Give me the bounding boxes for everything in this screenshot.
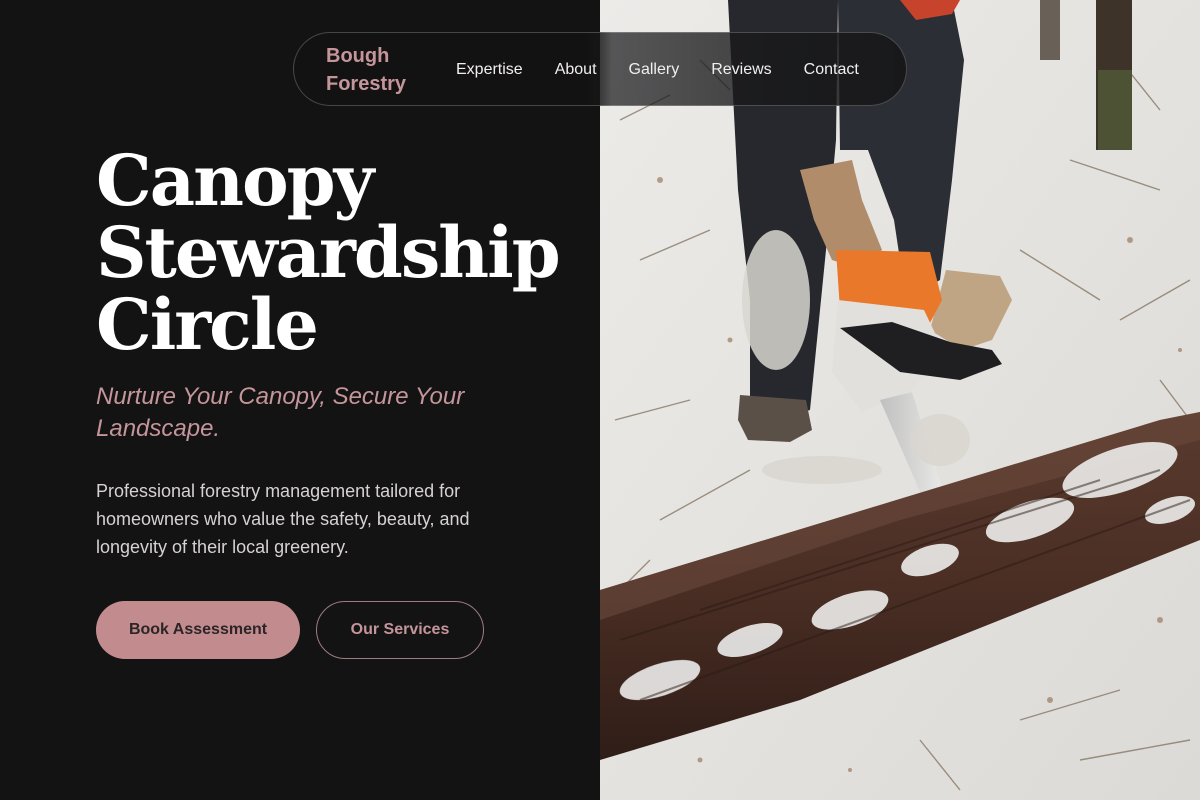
hero-title-line: Stewardship: [96, 211, 561, 294]
hero-tagline: Nurture Your Canopy, Secure Your Landsca…: [96, 383, 465, 442]
hero-title-line: Canopy: [96, 139, 374, 222]
brand-logo-text[interactable]: Bough Forestry: [326, 42, 436, 98]
nav-link-gallery[interactable]: Gallery: [629, 61, 680, 79]
hero-description: Professional forestry management tailore…: [96, 481, 470, 557]
nav-link-about[interactable]: About: [555, 61, 597, 79]
our-services-button[interactable]: Our Services: [316, 601, 484, 659]
nav-link-reviews[interactable]: Reviews: [711, 61, 771, 79]
hero-title-line: Circle: [96, 283, 319, 366]
hero-title: Canopy Stewardship Circle: [96, 145, 576, 361]
nav-link-contact[interactable]: Contact: [804, 61, 859, 79]
chainsaw-log-snow-illustration: [600, 0, 1200, 800]
nav-links: Expertise About Gallery Reviews Contact: [456, 33, 859, 107]
nav-link-expertise[interactable]: Expertise: [456, 61, 523, 79]
hero-photo: [600, 0, 1200, 800]
main-navigation: Bough Forestry Expertise About Gallery R…: [293, 32, 907, 106]
book-assessment-button[interactable]: Book Assessment: [96, 601, 300, 659]
